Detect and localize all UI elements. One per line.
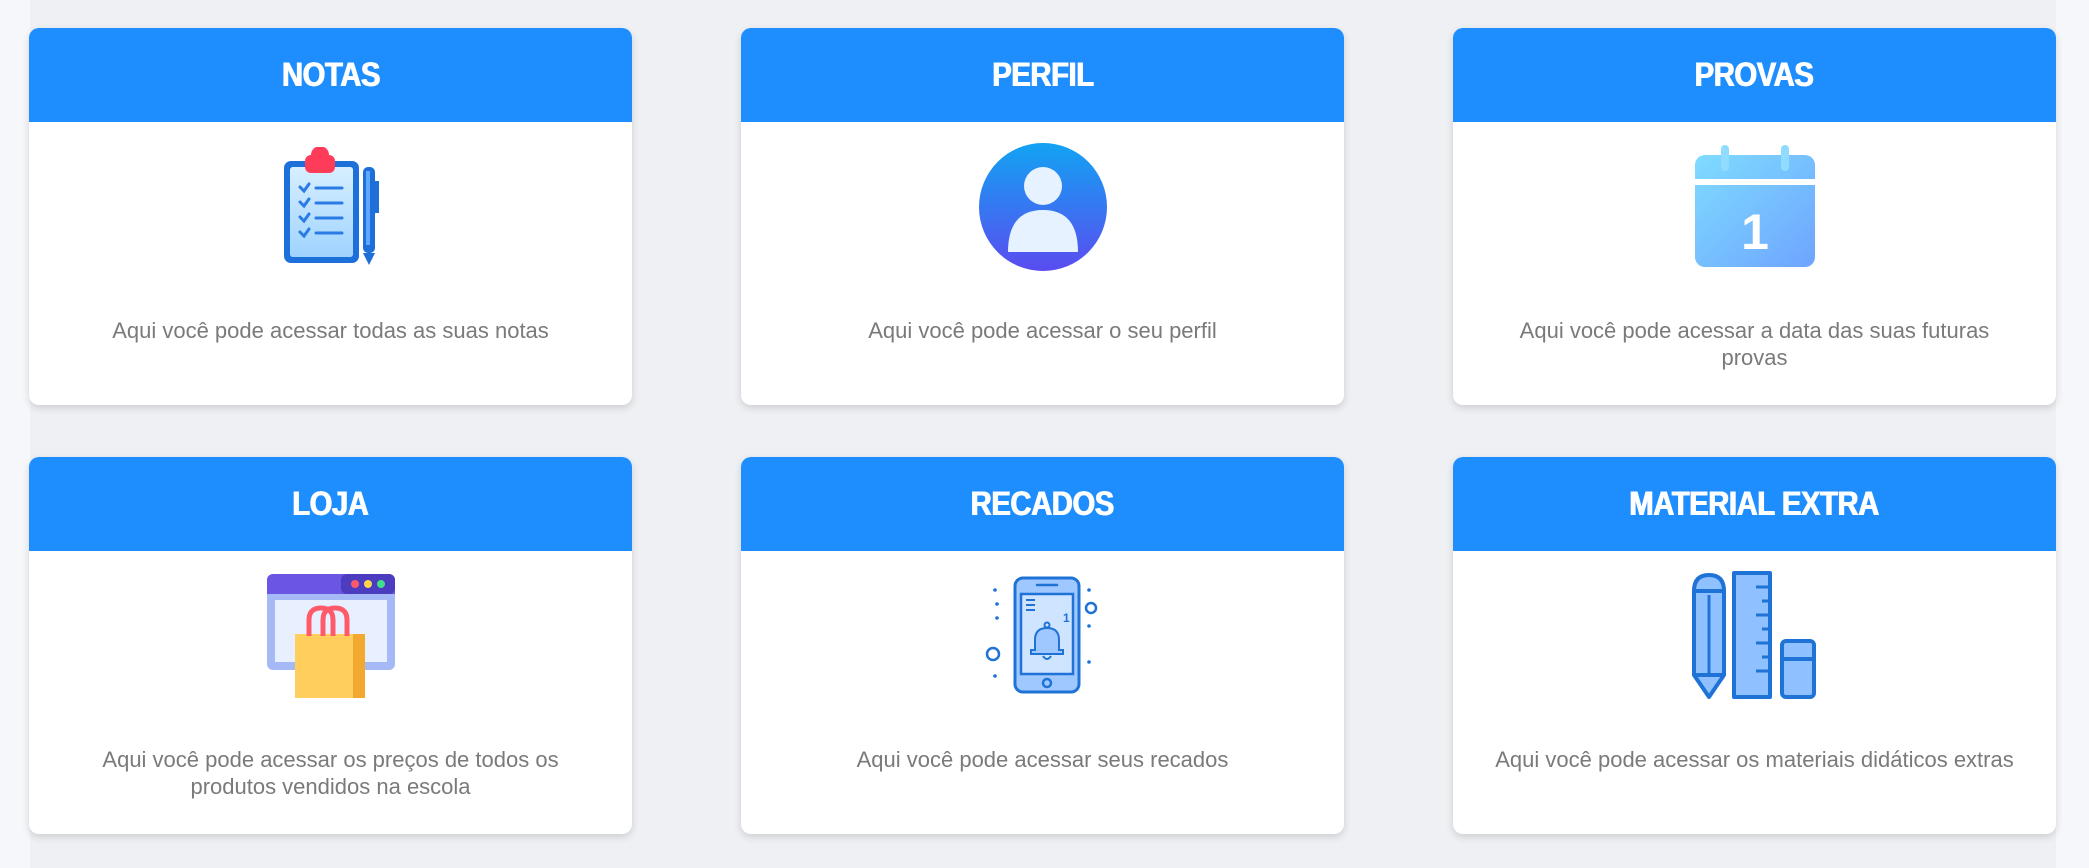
card-recados[interactable]: RECADOS 1 Aqui você pode acessar seus re…: [741, 457, 1344, 834]
user-profile-icon: [741, 140, 1344, 274]
page: NOTAS Aqui você pode acessar todas as su…: [0, 0, 2089, 868]
card-header: MATERIAL EXTRA: [1453, 457, 2056, 551]
left-margin: [0, 0, 30, 868]
card-material-extra[interactable]: MATERIAL EXTRA Aqui você pode acessar os…: [1453, 457, 2056, 834]
school-supplies-icon: [1453, 569, 2056, 703]
card-header: PERFIL: [741, 28, 1344, 122]
calendar-icon: 1: [1453, 140, 2056, 274]
svg-text:1: 1: [1063, 611, 1070, 625]
card-title: PERFIL: [991, 55, 1094, 94]
card-title: MATERIAL EXTRA: [1629, 484, 1880, 523]
shopping-bag-icon: [29, 569, 632, 703]
clipboard-checklist-icon: [29, 140, 632, 274]
card-title: PROVAS: [1695, 55, 1814, 94]
card-description: Aqui você pode acessar a data das suas f…: [1519, 318, 1990, 370]
card-description: Aqui você pode acessar seus recados: [856, 747, 1229, 772]
card-header: PROVAS: [1453, 28, 2056, 122]
card-title: NOTAS: [281, 55, 380, 94]
right-margin: [2056, 0, 2089, 868]
card-description: Aqui você pode acessar os materiais didá…: [1495, 747, 2014, 772]
phone-notification-icon: 1: [741, 569, 1344, 703]
card-header: RECADOS: [741, 457, 1344, 551]
card-title: RECADOS: [970, 484, 1115, 523]
card-description: Aqui você pode acessar o seu perfil: [868, 318, 1217, 343]
card-description: Aqui você pode acessar os preços de todo…: [102, 747, 559, 799]
card-loja[interactable]: LOJA Aqui você pode acessar os preços de…: [29, 457, 632, 834]
card-provas[interactable]: PROVAS 1 Aqui você pode acessar a data d…: [1453, 28, 2056, 405]
card-notas[interactable]: NOTAS Aqui você pode acessar todas as su…: [29, 28, 632, 405]
dashboard-grid: NOTAS Aqui você pode acessar todas as su…: [29, 28, 2056, 834]
svg-text:1: 1: [1741, 204, 1769, 260]
card-description: Aqui você pode acessar todas as suas not…: [112, 318, 549, 343]
card-title: LOJA: [292, 484, 369, 523]
card-perfil[interactable]: PERFIL Aqui você pode acessar o seu perf…: [741, 28, 1344, 405]
card-header: LOJA: [29, 457, 632, 551]
card-header: NOTAS: [29, 28, 632, 122]
